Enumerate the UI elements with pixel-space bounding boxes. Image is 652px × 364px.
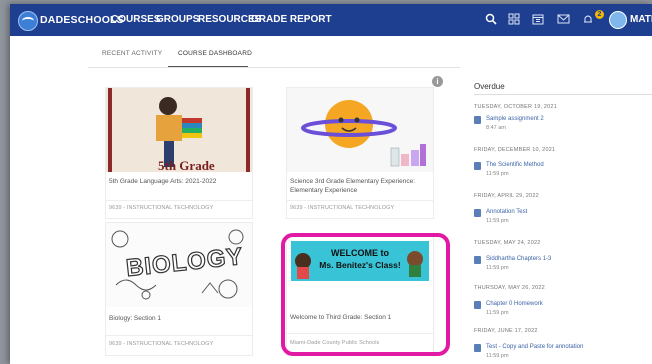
tab-course-dashboard[interactable]: COURSE DASHBOARD <box>178 50 252 57</box>
overdue-date: FRIDAY, DECEMBER 10, 2021 <box>474 147 556 153</box>
active-tab-indicator <box>168 66 248 67</box>
tab-recent-activity[interactable]: RECENT ACTIVITY <box>102 50 162 57</box>
card-divider <box>106 335 252 336</box>
user-name[interactable]: MATI <box>630 14 652 25</box>
overdue-assignment-link[interactable]: The Scientific Method <box>486 162 544 168</box>
course-image-science <box>287 88 433 172</box>
overdue-time: 11:59 pm <box>486 265 509 271</box>
grid-icon[interactable] <box>508 13 520 28</box>
user-avatar[interactable] <box>609 11 627 29</box>
course-image-caption: 5th Grade <box>158 158 215 172</box>
assignment-icon <box>474 301 481 309</box>
overdue-date: THURSDAY, MAY 26, 2022 <box>474 285 545 291</box>
assignment-icon <box>474 344 481 352</box>
course-title[interactable]: Biology: Section 1 <box>109 314 249 323</box>
card-divider <box>287 200 433 201</box>
calendar-icon[interactable] <box>532 13 544 28</box>
overdue-title: Overdue <box>474 82 505 91</box>
tabs-divider <box>88 67 460 68</box>
overdue-time: 11:59 pm <box>486 218 509 224</box>
overdue-assignment-link[interactable]: Test - Copy and Paste for annotation <box>486 344 583 350</box>
overdue-date: TUESDAY, MAY 24, 2022 <box>474 240 541 246</box>
notifications-bell-icon[interactable] <box>582 13 594 28</box>
assignment-icon <box>474 256 481 264</box>
overdue-assignment-link[interactable]: Sample assignment 2 <box>486 116 544 122</box>
course-org: 9639 - INSTRUCTIONAL TECHNOLOGY <box>109 205 214 211</box>
search-icon[interactable] <box>485 13 497 28</box>
overdue-time: 11:59 pm <box>486 171 509 177</box>
notification-count-badge: 2 <box>595 10 604 19</box>
overdue-assignment-link[interactable]: Annotation Test <box>486 209 527 215</box>
overdue-panel: Overdue TUESDAY, OCTOBER 19, 2021 Sample… <box>474 76 652 364</box>
nav-courses[interactable]: COURSES <box>111 14 160 25</box>
nav-groups[interactable]: GROUPS <box>156 14 199 25</box>
course-org: 9639 - INSTRUCTIONAL TECHNOLOGY <box>290 205 395 211</box>
course-org: 9639 - INSTRUCTIONAL TECHNOLOGY <box>109 341 214 347</box>
assignment-icon <box>474 162 481 170</box>
course-image-biology: BIOLOGY <box>106 223 252 307</box>
course-card-biology[interactable]: BIOLOGY Biology: Section 1 9639 - INSTRU… <box>105 222 253 356</box>
overdue-time: 8:47 am <box>486 125 506 131</box>
overdue-time: 11:59 pm <box>486 353 509 359</box>
overdue-date: FRIDAY, APRIL 29, 2022 <box>474 193 539 199</box>
overdue-assignment-link[interactable]: Chapter 0 Homework <box>486 301 543 307</box>
course-title[interactable]: 5th Grade Language Arts: 2021-2022 <box>109 177 249 186</box>
nav-grade-report[interactable]: GRADE REPORT <box>251 14 332 25</box>
assignment-icon <box>474 116 481 124</box>
course-card-science[interactable]: Science 3rd Grade Elementary Experience:… <box>286 87 434 219</box>
overdue-divider <box>474 94 652 95</box>
overdue-time: 11:59 pm <box>486 310 509 316</box>
mail-icon[interactable] <box>557 13 570 28</box>
top-navigation-bar: DADESCHOOLS COURSES GROUPS RESOURCES GRA… <box>10 4 652 36</box>
card-divider <box>106 200 252 201</box>
assignment-icon <box>474 209 481 217</box>
info-icon[interactable]: i <box>432 76 443 87</box>
highlight-annotation <box>281 233 450 356</box>
overdue-date: TUESDAY, OCTOBER 19, 2021 <box>474 104 557 110</box>
course-card-language-arts[interactable]: 5th Grade 5th Grade Language Arts: 2021-… <box>105 87 253 219</box>
overdue-assignment-link[interactable]: Siddhartha Chapters 1-3 <box>486 256 551 262</box>
dadeschools-logo-icon[interactable] <box>18 11 38 31</box>
overdue-date: FRIDAY, JUNE 17, 2022 <box>474 328 538 334</box>
course-title[interactable]: Science 3rd Grade Elementary Experience:… <box>290 177 430 195</box>
app-window: DADESCHOOLS COURSES GROUPS RESOURCES GRA… <box>10 4 652 364</box>
course-image-language-arts: 5th Grade <box>106 88 252 172</box>
